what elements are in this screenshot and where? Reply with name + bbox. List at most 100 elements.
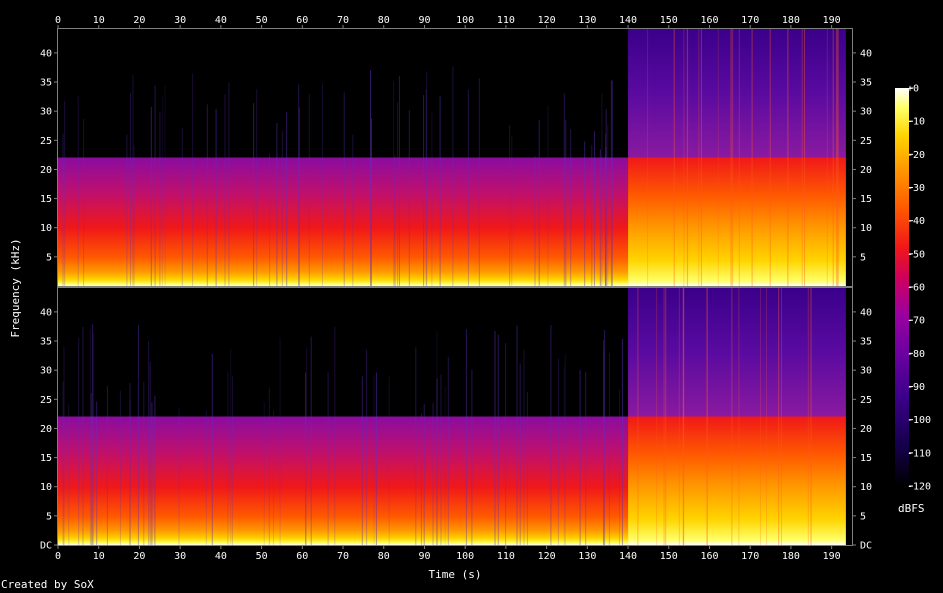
- track-end-dark: [845, 29, 852, 286]
- transient-streak: [594, 131, 595, 286]
- x-tick-label: 100: [456, 551, 474, 562]
- transient-streak: [232, 376, 233, 545]
- transient-streak: [78, 337, 80, 545]
- y-tick-label-right: 25: [860, 136, 872, 147]
- transient-streak: [444, 386, 446, 545]
- y-tick-label-right: 35: [860, 337, 872, 348]
- segment-energy: [628, 157, 852, 286]
- transient-streak: [68, 403, 70, 545]
- transient-streak: [778, 288, 780, 545]
- colorbar: dBFS +0 -10 -20 -30 -40 -50 -60 -70 -80 -90 -100 -1…: [895, 84, 931, 515]
- y-tick-label-right: 40: [860, 48, 872, 59]
- transient-streak: [519, 363, 521, 545]
- transient-streak: [133, 145, 135, 286]
- transient-streak: [178, 408, 180, 545]
- transient-streak: [611, 80, 613, 286]
- transient-streak: [603, 340, 605, 545]
- transient-streak: [286, 112, 288, 286]
- transient-streak: [599, 149, 601, 286]
- transient-streak: [637, 288, 639, 545]
- x-tick-label: 30: [174, 551, 186, 562]
- x-tick-label: 0: [55, 15, 61, 26]
- transient-streak: [565, 120, 567, 286]
- transient-streak: [62, 133, 64, 286]
- x-tick-label: 170: [741, 551, 759, 562]
- transient-streak: [432, 403, 434, 545]
- transient-streak: [673, 29, 675, 286]
- y-tick-label-right: 5: [860, 511, 866, 522]
- transient-streak: [119, 390, 121, 545]
- y-tick-label-right: 10: [860, 223, 872, 234]
- transient-streak: [426, 71, 428, 286]
- y-tick-label-left: 25: [40, 136, 52, 147]
- transient-streak: [137, 325, 139, 545]
- transient-streak: [154, 395, 156, 545]
- transient-streak: [832, 29, 834, 286]
- transient-streak: [570, 129, 572, 286]
- colorbar-tick-label: -50: [907, 249, 925, 260]
- transient-streak: [610, 80, 612, 286]
- transient-streak: [683, 29, 685, 286]
- transient-streak: [601, 93, 603, 286]
- transient-streak: [810, 288, 812, 545]
- transient-streak: [408, 109, 410, 287]
- transient-streak: [751, 29, 753, 286]
- transient-streak: [717, 29, 719, 286]
- x-tick-label: 150: [660, 551, 678, 562]
- transient-streak: [605, 109, 607, 286]
- colorbar-tick-label: -80: [907, 349, 925, 360]
- transient-streak: [665, 288, 667, 545]
- y-tick-label-right: DC: [860, 541, 872, 552]
- credit-text: Created by SoX: [1, 578, 94, 591]
- transient-streak: [397, 102, 398, 287]
- transient-streak: [738, 288, 740, 545]
- transient-streak: [263, 402, 265, 545]
- transient-streak: [509, 125, 511, 286]
- transient-streak: [227, 371, 229, 545]
- x-tick-label: 130: [578, 551, 596, 562]
- transient-streak: [415, 347, 417, 545]
- y-tick-label-left: 35: [40, 78, 52, 89]
- transient-streak: [608, 353, 610, 545]
- transient-streak: [447, 357, 449, 545]
- transient-streak: [494, 331, 496, 545]
- transient-streak: [420, 413, 422, 545]
- transient-streak: [478, 78, 480, 287]
- transient-streak: [148, 341, 150, 545]
- transient-streak: [192, 73, 194, 286]
- transient-streak: [807, 288, 809, 545]
- colorbar-tick-label: -70: [907, 316, 925, 327]
- transient-streak: [106, 386, 108, 545]
- transient-streak: [523, 350, 525, 545]
- transient-streak: [467, 89, 469, 286]
- x-axis-title: Time (s): [429, 568, 482, 581]
- y-tick-label-left: 30: [40, 107, 52, 118]
- x-tick-label: 160: [700, 15, 718, 26]
- x-tick-label: 0: [55, 551, 61, 562]
- transient-streak: [256, 89, 258, 286]
- transient-streak: [150, 106, 152, 287]
- x-tick-label: 50: [256, 551, 268, 562]
- y-tick-label-right: 30: [860, 107, 872, 118]
- transient-streak: [268, 387, 270, 545]
- x-tick-label: 40: [215, 15, 227, 26]
- colorbar-tick-label: -110: [907, 448, 931, 459]
- transient-streak: [550, 325, 552, 545]
- x-tick-label: 30: [174, 15, 186, 26]
- transient-streak: [505, 342, 507, 545]
- transient-streak: [327, 371, 329, 545]
- transient-streak: [215, 109, 217, 286]
- transient-streak: [837, 29, 839, 286]
- x-tick-label: 70: [337, 15, 349, 26]
- y-tick-label-right: 30: [860, 366, 872, 377]
- transient-streak: [511, 135, 513, 286]
- transient-streak: [62, 381, 64, 545]
- transient-streak: [604, 330, 606, 545]
- transient-streak: [579, 370, 581, 545]
- y-tick-label-left: 35: [40, 337, 52, 348]
- y-tick-label-right: 15: [860, 194, 872, 205]
- transient-streak: [77, 96, 79, 286]
- transient-streak: [607, 124, 609, 287]
- transient-streak: [591, 145, 593, 286]
- colorbar-tick-label: -10: [907, 117, 925, 128]
